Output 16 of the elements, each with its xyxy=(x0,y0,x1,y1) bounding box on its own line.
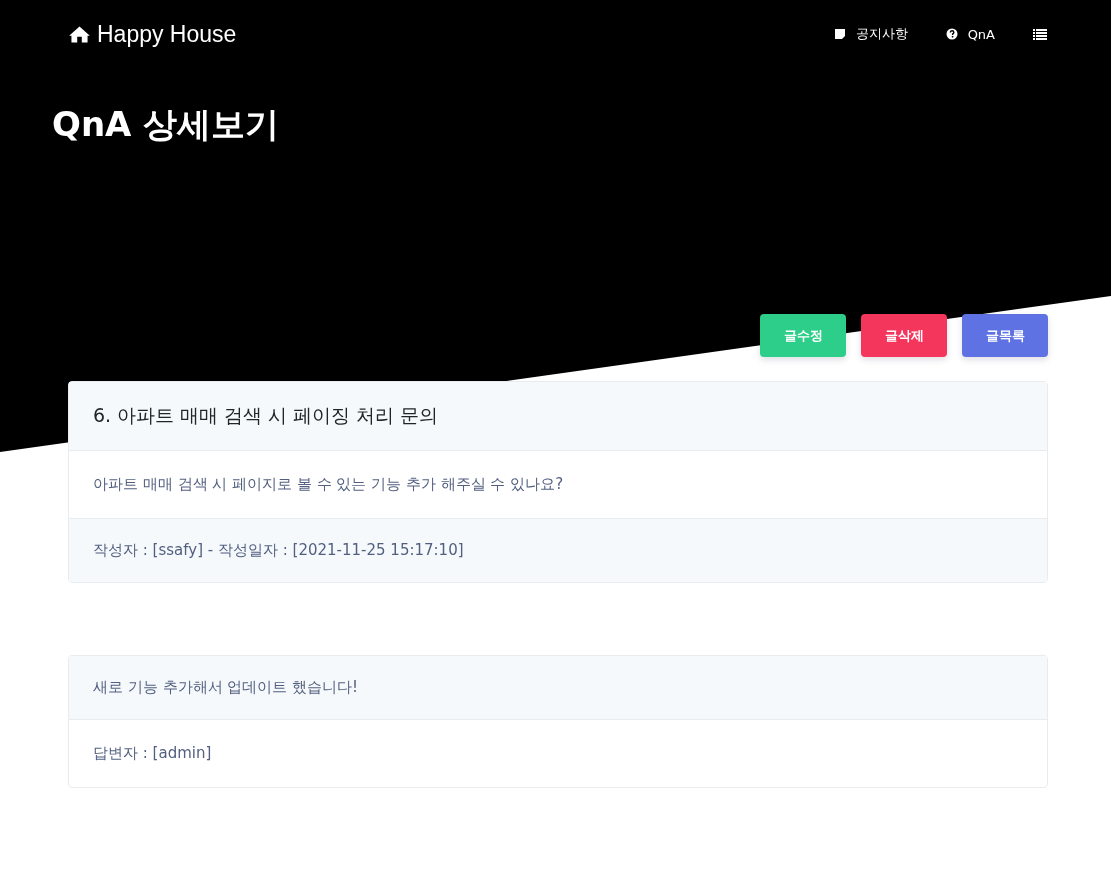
home-icon xyxy=(68,24,91,44)
brand-link[interactable]: Happy House xyxy=(68,20,237,48)
page-title: QnA 상세보기 xyxy=(52,103,281,146)
question-title: 6. 아파트 매매 검색 시 페이징 처리 문의 xyxy=(93,404,439,426)
question-body: 아파트 매매 검색 시 페이지로 볼 수 있는 기능 추가 해주실 수 있나요? xyxy=(93,475,564,493)
answer-meta: 답변자 : [admin] xyxy=(93,744,212,762)
menu-button[interactable] xyxy=(1033,28,1047,40)
note-icon xyxy=(833,28,846,40)
list-icon xyxy=(1033,28,1047,40)
list-button[interactable]: 글목록 xyxy=(962,314,1048,357)
question-icon xyxy=(945,28,958,40)
nav-link[interactable]: 공지사항 xyxy=(833,25,908,43)
answer-body: 새로 기능 추가해서 업데이트 했습니다! xyxy=(93,678,359,696)
question-meta: 작성자 : [ssafy] - 작성일자 : [2021-11-25 15:17:10] xyxy=(93,541,464,559)
nav-link[interactable]: QnA xyxy=(945,26,995,42)
delete-button[interactable]: 글삭제 xyxy=(861,314,947,357)
